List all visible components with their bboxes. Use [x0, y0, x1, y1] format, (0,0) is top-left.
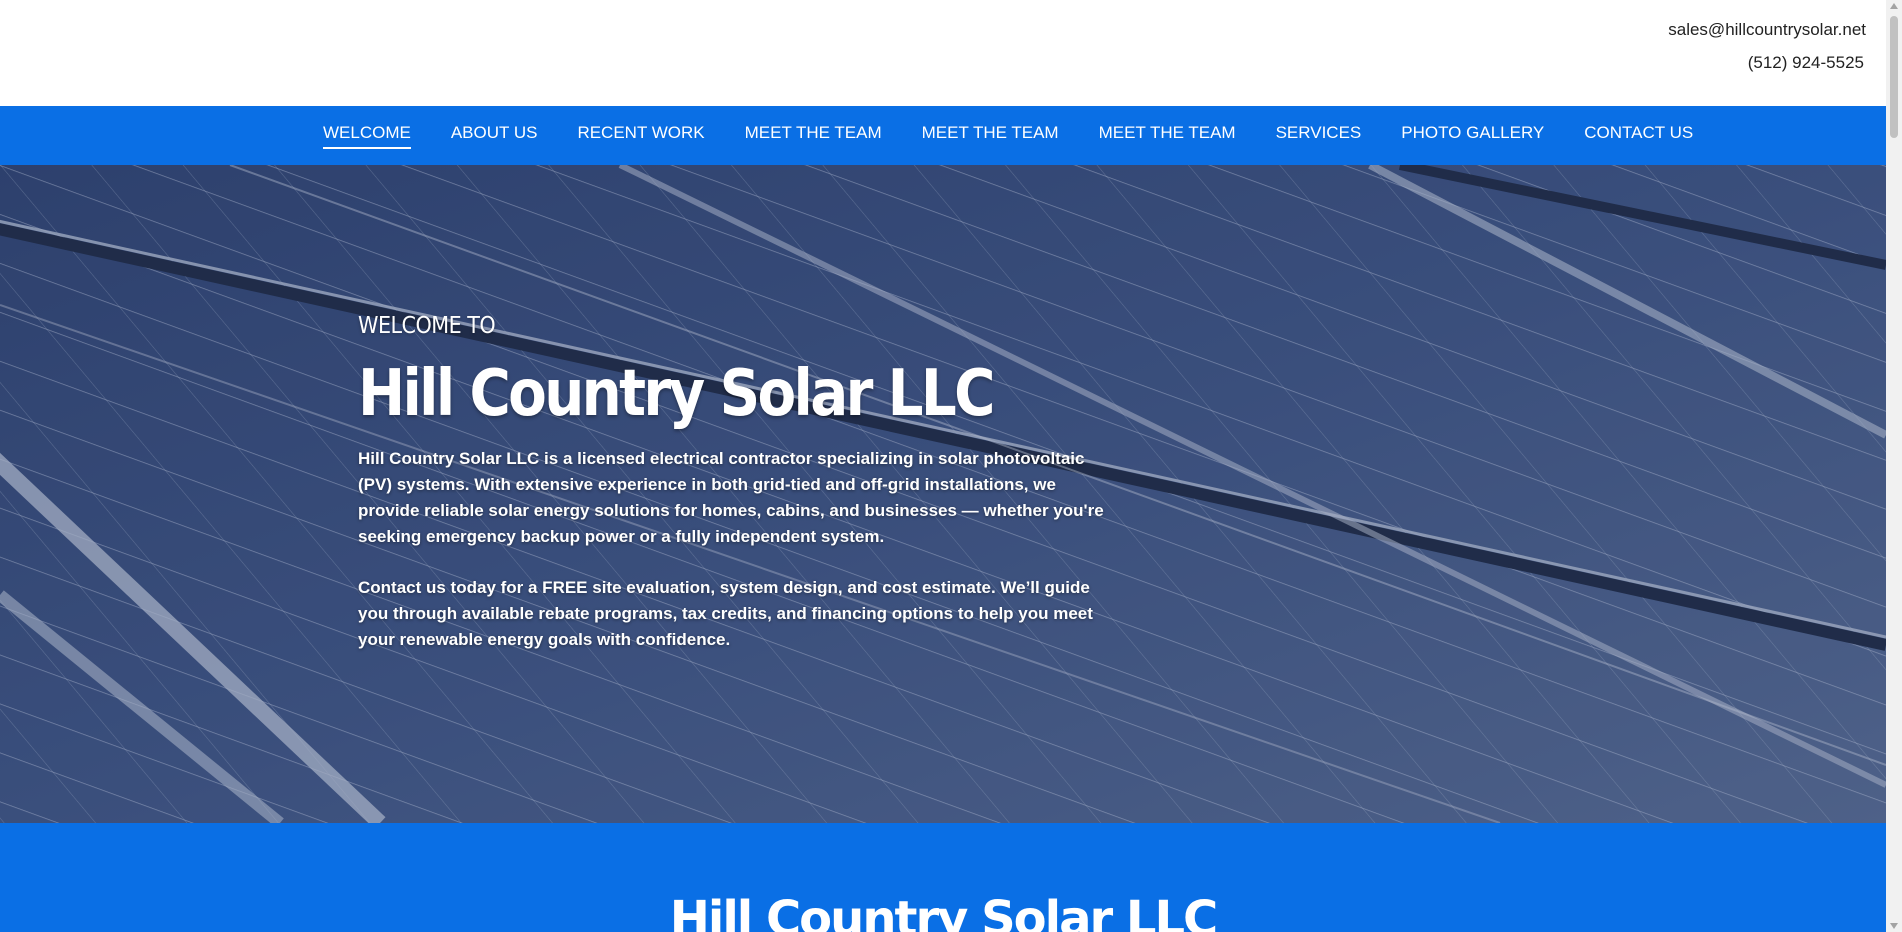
nav-item-welcome[interactable]: WELCOME — [323, 123, 411, 149]
scroll-up-arrow-icon[interactable] — [1890, 3, 1898, 9]
hero-paragraph-intro: Hill Country Solar LLC is a licensed ele… — [358, 449, 1104, 547]
hero-paragraph-cta: Contact us today for a FREE site evaluat… — [358, 578, 1093, 650]
nav-item-meet-the-team-3[interactable]: MEET THE TEAM — [1099, 123, 1236, 149]
about-section: Hill Country Solar LLC — [0, 823, 1886, 932]
nav-item-recent-work[interactable]: RECENT WORK — [577, 123, 704, 149]
nav-item-photo-gallery[interactable]: PHOTO GALLERY — [1401, 123, 1544, 149]
vertical-scrollbar[interactable] — [1886, 0, 1902, 932]
nav-item-services[interactable]: SERVICES — [1276, 123, 1362, 149]
scrollbar-thumb[interactable] — [1890, 16, 1898, 138]
hero-content: WELCOME TO Hill Country Solar LLC Hill C… — [358, 313, 1118, 678]
email-link[interactable]: sales@hillcountrysolar.net — [1668, 20, 1866, 40]
hero-kicker: WELCOME TO — [358, 313, 496, 339]
nav-item-meet-the-team-2[interactable]: MEET THE TEAM — [922, 123, 1059, 149]
top-contact-bar: sales@hillcountrysolar.net (512) 924-552… — [0, 0, 1886, 106]
scroll-down-arrow-icon[interactable] — [1890, 923, 1898, 929]
hero-title: Hill Country Solar LLC — [358, 357, 996, 431]
phone-link[interactable]: (512) 924-5525 — [1748, 53, 1864, 73]
nav-item-contact-us[interactable]: CONTACT US — [1584, 123, 1693, 149]
page: sales@hillcountrysolar.net (512) 924-552… — [0, 0, 1886, 932]
nav-item-about-us[interactable]: ABOUT US — [451, 123, 538, 149]
main-nav: WELCOME ABOUT US RECENT WORK MEET THE TE… — [0, 106, 1886, 165]
hero-section: WELCOME TO Hill Country Solar LLC Hill C… — [0, 165, 1886, 823]
about-section-title: Hill Country Solar LLC — [669, 891, 1219, 932]
nav-item-meet-the-team-1[interactable]: MEET THE TEAM — [745, 123, 882, 149]
